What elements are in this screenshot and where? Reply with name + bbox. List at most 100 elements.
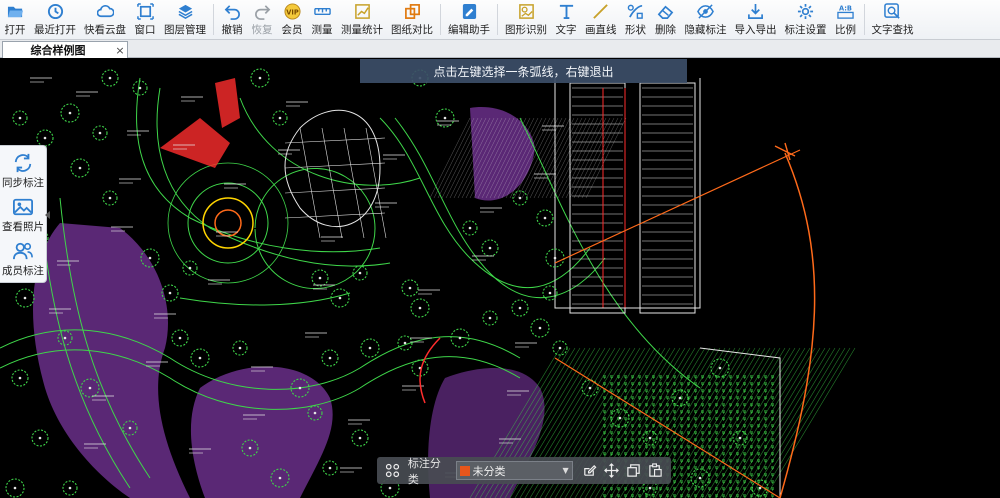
grass-mark: ψ <box>743 402 747 408</box>
grass-mark: ψ <box>757 437 761 443</box>
sync-annotations-label: 同步标注 <box>2 176 44 189</box>
grass-mark: ψ <box>694 479 698 485</box>
grass-mark: ψ <box>638 430 642 436</box>
tree-center <box>388 486 392 490</box>
grass-mark: ψ <box>743 444 747 450</box>
view-photos-button[interactable]: 查看照片 <box>0 193 50 237</box>
grass-mark: ψ <box>729 395 733 401</box>
edit-assistant-icon <box>462 3 476 19</box>
toolbar-measure-button[interactable]: 测量 <box>307 0 337 39</box>
grass-mark: ψ <box>715 430 719 436</box>
grid-line <box>321 127 343 239</box>
toolbar-mark-settings-button[interactable]: 标注设置 <box>781 0 831 39</box>
grass-mark: ψ <box>680 388 684 394</box>
shape-recognition-icon <box>518 3 534 19</box>
toolbar-hide-button[interactable]: 隐藏标注 <box>681 0 731 39</box>
measure-line <box>554 149 801 264</box>
instruction-hint: 点击左键选择一条弧线，右键退出 <box>360 59 687 83</box>
grass-mark: ψ <box>638 388 642 394</box>
tree-center <box>403 341 407 345</box>
collapse-arrow-icon[interactable] <box>44 211 50 220</box>
tree-center <box>108 196 112 200</box>
grass-mark: ψ <box>673 402 677 408</box>
tree-center <box>128 426 132 430</box>
category-grid-button[interactable] <box>382 460 404 482</box>
grass-mark: ψ <box>722 416 726 422</box>
tree-center <box>418 306 422 310</box>
toolbar-undo-button[interactable]: 撤销 <box>217 0 247 39</box>
toolbar-editor-button[interactable]: 编辑助手 <box>444 0 494 39</box>
toolbar-label: 删除 <box>655 23 676 36</box>
hatch-line <box>764 347 856 498</box>
toolbar-ratio-button[interactable]: A:B 比例 <box>831 0 861 39</box>
tab-drawing[interactable]: 综合样例图 × <box>2 41 128 58</box>
grass-mark: ψ <box>708 402 712 408</box>
cad-drawing-canvas[interactable]: ψψψψψψψψψψψψψψψψψψψψψψψψψψψψψψψψψψψψψψψψ… <box>0 58 1000 498</box>
toolbar-label: 恢复 <box>251 23 273 36</box>
tree-center <box>648 486 652 490</box>
grass-mark: ψ <box>757 423 761 429</box>
grass-mark: ψ <box>757 395 761 401</box>
grass-mark: ψ <box>771 374 775 380</box>
grass-mark: ψ <box>736 451 740 457</box>
toolbar-separator <box>440 4 441 35</box>
grass-mark: ψ <box>771 409 775 415</box>
toolbar-layers-button[interactable]: 图层管理 <box>160 0 210 39</box>
grid-icon <box>386 463 400 478</box>
grass-mark: ψ <box>715 486 719 492</box>
toolbar-label: 画直线 <box>585 23 617 36</box>
grass-mark: ψ <box>729 409 733 415</box>
move-annotation-button[interactable] <box>601 460 623 482</box>
toolbar-vip-button[interactable]: VIP 会员 <box>277 0 307 39</box>
toolbar-line-button[interactable]: 画直线 <box>581 0 621 39</box>
grass-mark: ψ <box>743 430 747 436</box>
tree-center <box>313 411 317 415</box>
grass-mark: ψ <box>764 465 768 471</box>
toolbar-shape-recog-button[interactable]: 图形识别 <box>501 0 551 39</box>
toolbar-open-button[interactable]: 打开 <box>0 0 30 39</box>
toolbar-label: 测量 <box>311 23 333 36</box>
grass-mark: ψ <box>743 381 747 387</box>
grid-line <box>284 137 386 144</box>
grass-mark: ψ <box>750 465 754 471</box>
grass-mark: ψ <box>603 402 607 408</box>
grass-mark: ψ <box>666 374 670 380</box>
tab-close-icon[interactable]: × <box>113 44 127 57</box>
sync-annotations-button[interactable]: 同步标注 <box>0 149 47 193</box>
copy-annotation-button[interactable] <box>622 460 644 482</box>
toolbar-redo-button[interactable]: 恢复 <box>247 0 277 39</box>
grass-mark: ψ <box>673 458 677 464</box>
toolbar-text-search-button[interactable]: 文字查找 <box>868 0 918 39</box>
grass-mark: ψ <box>729 444 733 450</box>
toolbar-import-export-button[interactable]: 导入导出 <box>731 0 781 39</box>
tree-center <box>138 86 142 90</box>
tree-center <box>13 486 17 490</box>
edit-annotation-button[interactable] <box>579 460 601 482</box>
grass-mark: ψ <box>659 437 663 443</box>
toolbar-shape-button[interactable]: 形状 <box>621 0 651 39</box>
settings-icon <box>797 3 814 19</box>
grass-mark: ψ <box>638 423 642 429</box>
grass-mark: ψ <box>624 486 628 492</box>
category-select[interactable]: 未分类 ▼ <box>455 461 573 480</box>
toolbar-window-button[interactable]: 窗口 <box>130 0 160 39</box>
toolbar-compare-button[interactable]: 图纸对比 <box>387 0 437 39</box>
tree-center <box>758 486 762 490</box>
toolbar-label: 导入导出 <box>734 23 777 36</box>
toolbar-recent-button[interactable]: 最近打开 <box>30 0 80 39</box>
toolbar-label: 窗口 <box>134 23 156 36</box>
grass-mark: ψ <box>687 402 691 408</box>
toolbar-measure-stats-button[interactable]: 测量统计 <box>337 0 387 39</box>
tree-center <box>18 376 22 380</box>
tree-center <box>148 256 152 260</box>
grass-mark: ψ <box>617 374 621 380</box>
toolbar-text-button[interactable]: 文字 <box>551 0 581 39</box>
member-annotations-label: 成员标注 <box>2 265 44 278</box>
grass-mark: ψ <box>624 395 628 401</box>
grass-mark: ψ <box>617 381 621 387</box>
grass-mark: ψ <box>638 381 642 387</box>
toolbar-delete-button[interactable]: 删除 <box>651 0 681 39</box>
paste-annotation-button[interactable] <box>644 460 666 482</box>
member-annotations-button[interactable]: 成员标注 <box>0 238 47 282</box>
toolbar-cloud-button[interactable]: 快看云盘 <box>80 0 130 39</box>
